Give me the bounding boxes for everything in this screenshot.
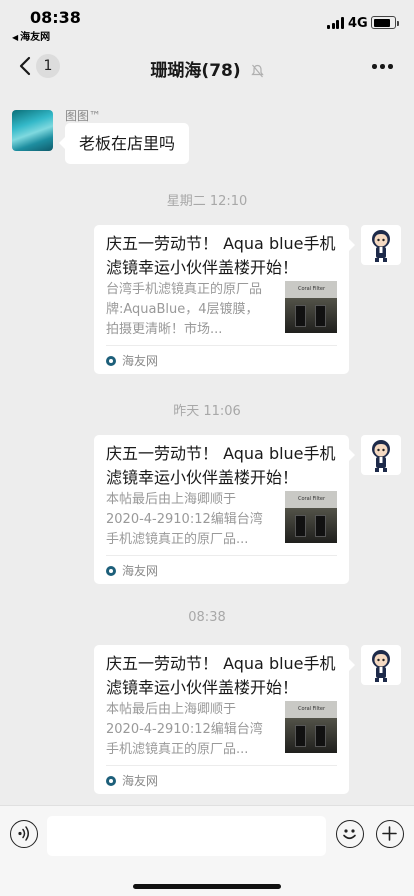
my-avatar[interactable]: [361, 225, 401, 265]
network-type: 4G: [348, 16, 368, 31]
chat-input-bar: [0, 805, 414, 896]
cartoon-avatar-icon: [372, 440, 390, 472]
thumbnail-label: Coral Filter: [298, 496, 326, 502]
text-message-bubble[interactable]: 老板在店里吗: [58, 123, 190, 164]
card-title: 庆五一劳动节！ Aqua blue手机滤镜幸运小伙伴盖楼开始！: [106, 654, 336, 697]
battery-icon: [371, 16, 399, 29]
voice-button[interactable]: [10, 820, 38, 848]
mute-icon: [250, 64, 264, 78]
card-title: 庆五一劳动节！ Aqua blue手机滤镜幸运小伙伴盖楼开始！: [106, 444, 336, 487]
card-title: 庆五一劳动节！ Aqua blue手机滤镜幸运小伙伴盖楼开始！: [106, 234, 336, 277]
chat-title-text: 珊瑚海(78): [150, 61, 241, 81]
back-to-app-link[interactable]: ◀ 海友网: [12, 28, 50, 43]
message-timestamp: 08:38: [188, 610, 226, 625]
card-divider: [106, 765, 337, 766]
card-divider: [106, 345, 337, 346]
source-logo-icon: [106, 356, 116, 366]
chat-title: 珊瑚海(78): [0, 56, 414, 81]
more-icon[interactable]: [372, 64, 393, 70]
message-timestamp: 星期二 12:10: [166, 194, 248, 209]
source-logo-icon: [106, 566, 116, 576]
sender-name: 图图™: [65, 109, 102, 123]
cartoon-avatar-icon: [372, 650, 390, 682]
back-app-label: 海友网: [20, 32, 51, 43]
card-source: 海友网: [106, 353, 158, 369]
card-source: 海友网: [106, 563, 158, 579]
thumbnail-label: Coral Filter: [298, 706, 326, 712]
back-triangle-icon: ◀: [12, 33, 19, 42]
cartoon-avatar-icon: [372, 230, 390, 262]
plus-button[interactable]: [376, 820, 404, 848]
my-avatar[interactable]: [361, 645, 401, 685]
card-source-label: 海友网: [122, 354, 159, 368]
signal-icon: [327, 17, 345, 29]
link-card-message[interactable]: 庆五一劳动节！ Aqua blue手机滤镜幸运小伙伴盖楼开始！ 台湾手机滤镜真正…: [94, 225, 355, 374]
card-description: 台湾手机滤镜真正的原厂品牌:AquaBlue，4层镀膜，拍摄更清晰！市场...: [106, 282, 263, 337]
chat-nav-bar: 1 珊瑚海(78): [0, 44, 414, 90]
link-card-message[interactable]: 庆五一劳动节！ Aqua blue手机滤镜幸运小伙伴盖楼开始！ 本帖最后由上海卿…: [94, 435, 355, 584]
card-thumbnail: Coral Filter: [285, 281, 337, 333]
sender-avatar[interactable]: [12, 110, 53, 151]
home-indicator[interactable]: [133, 884, 281, 889]
plus-icon: [382, 826, 397, 841]
chat-message-list[interactable]: 图图™ 老板在店里吗 星期二 12:10 庆五一劳动节！ Aqua blue手机…: [0, 90, 414, 805]
status-bar: 08:38 ◀ 海友网 4G: [0, 0, 414, 44]
message-timestamp: 昨天 11:06: [173, 404, 241, 419]
voice-icon: [18, 826, 29, 841]
card-source: 海友网: [106, 773, 158, 789]
card-divider: [106, 555, 337, 556]
card-source-label: 海友网: [122, 774, 159, 788]
status-time: 08:38: [30, 8, 81, 27]
card-description: 本帖最后由上海卿顺于2020-4-2910:12编辑台湾手机滤镜真正的原厂品..…: [106, 492, 263, 547]
message-input[interactable]: [47, 816, 326, 856]
emoji-button[interactable]: [336, 820, 364, 848]
my-avatar[interactable]: [361, 435, 401, 475]
thumbnail-label: Coral Filter: [298, 286, 326, 292]
card-source-label: 海友网: [122, 564, 159, 578]
emoji-icon: [343, 829, 356, 840]
card-description: 本帖最后由上海卿顺于2020-4-2910:12编辑台湾手机滤镜真正的原厂品..…: [106, 702, 263, 757]
source-logo-icon: [106, 776, 116, 786]
card-thumbnail: Coral Filter: [285, 701, 337, 753]
link-card-message[interactable]: 庆五一劳动节！ Aqua blue手机滤镜幸运小伙伴盖楼开始！ 本帖最后由上海卿…: [94, 645, 355, 794]
card-thumbnail: Coral Filter: [285, 491, 337, 543]
